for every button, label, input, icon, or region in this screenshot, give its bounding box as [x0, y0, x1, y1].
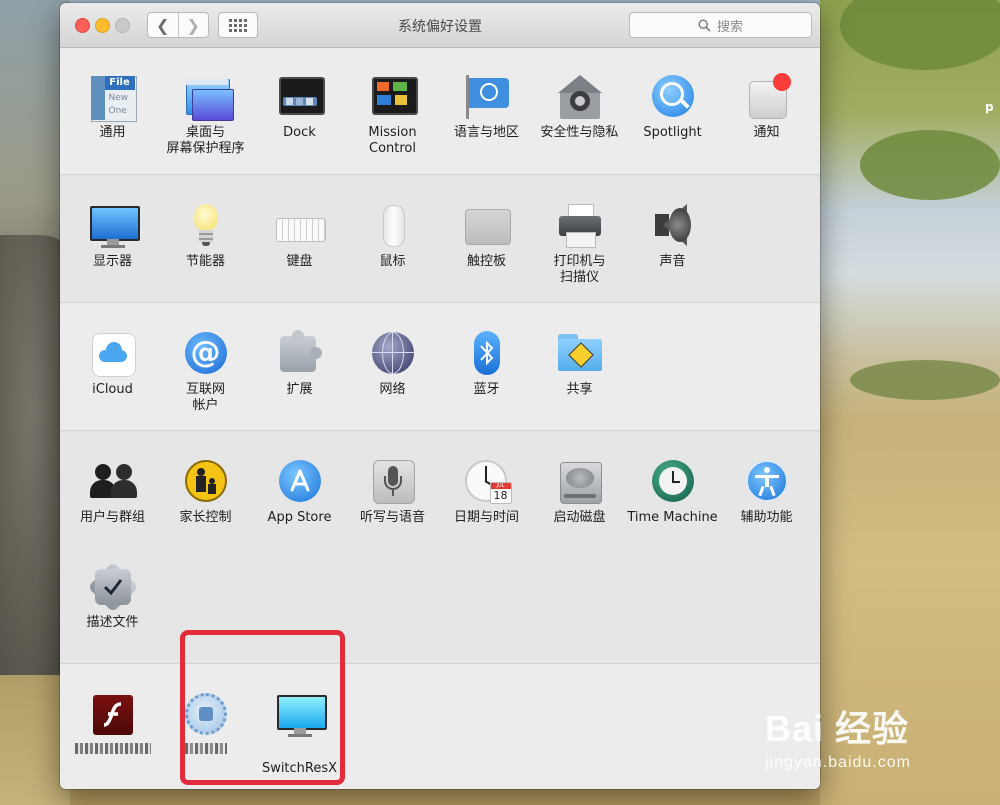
notifications-icon: [743, 73, 791, 121]
app-store-icon: [276, 458, 324, 506]
search-input[interactable]: 搜索: [629, 12, 812, 38]
pane-spotlight[interactable]: Spotlight: [626, 73, 719, 141]
pane-parental-controls[interactable]: 家长控制: [159, 458, 252, 526]
watermark-url: jingyan.baidu.com: [765, 754, 911, 771]
profiles-badge-icon: [87, 561, 138, 613]
sharing-folder-icon: [556, 330, 604, 378]
globe-icon: [369, 330, 417, 378]
trackpad-icon: [463, 202, 511, 250]
pane-mission-control[interactable]: Mission Control: [346, 73, 439, 157]
pane-dock[interactable]: Dock: [253, 73, 346, 141]
icloud-icon: [89, 330, 137, 378]
hardware-section: 显示器 节能器 键盘 鼠标 触控板 打印机与 扫描仪 声音: [60, 175, 820, 303]
time-machine-icon: [649, 458, 697, 506]
pane-sharing[interactable]: 共享: [533, 330, 626, 398]
pane-app-store[interactable]: App Store: [253, 458, 346, 526]
pane-sound[interactable]: 声音: [626, 202, 719, 270]
general-icon: File New One: [89, 73, 137, 122]
pane-accessibility[interactable]: 辅助功能: [720, 458, 813, 526]
dock-icon: [276, 73, 325, 121]
pane-date-time[interactable]: JUL 18 日期与时间: [440, 458, 533, 526]
puzzle-piece-icon: [276, 330, 324, 378]
pane-notifications[interactable]: 通知: [720, 73, 813, 141]
pane-extensions[interactable]: 扩展: [253, 330, 346, 398]
pane-trackpad[interactable]: 触控板: [440, 202, 533, 270]
pane-dictation-speech[interactable]: 听写与语音: [346, 458, 439, 526]
pane-users-groups[interactable]: 用户与群组: [66, 458, 159, 526]
pane-time-machine[interactable]: Time Machine: [626, 458, 719, 526]
at-sign-icon: @: [182, 330, 230, 378]
spotlight-icon: [649, 73, 697, 121]
personal-section: File New One 通用 桌面与 屏幕保护程序 Dock Mission …: [60, 48, 820, 175]
microphone-icon: [369, 458, 417, 506]
flash-player-icon: [89, 691, 137, 739]
bluetooth-icon: [463, 330, 511, 378]
internet-section: iCloud @ 互联网 帐户 扩展 网络 蓝牙 共享: [60, 303, 820, 431]
pane-energy-saver[interactable]: 节能器: [159, 202, 252, 270]
mouse-icon: [369, 202, 417, 250]
pane-bluetooth[interactable]: 蓝牙: [440, 330, 533, 398]
pane-language-region[interactable]: 语言与地区: [440, 73, 533, 141]
search-placeholder: 搜索: [716, 19, 743, 35]
baidu-watermark: Bai 经验 jingyan.baidu.com: [765, 700, 911, 772]
pane-displays[interactable]: 显示器: [66, 202, 159, 270]
hard-drive-icon: [556, 458, 604, 506]
other-section: SwitchResX: [60, 664, 820, 789]
pane-startup-disk[interactable]: 启动磁盘: [533, 458, 626, 526]
pane-desktop-screensaver[interactable]: 桌面与 屏幕保护程序: [159, 73, 252, 157]
pane-security-privacy[interactable]: 安全性与隐私: [533, 73, 626, 141]
pane-general[interactable]: File New One 通用: [66, 73, 159, 141]
lightbulb-icon: [182, 202, 230, 250]
pane-printers-scanners[interactable]: 打印机与 扫描仪: [533, 202, 626, 286]
house-lock-icon: [556, 73, 604, 121]
pane-icloud[interactable]: iCloud: [66, 330, 159, 398]
search-icon: [698, 18, 711, 32]
desktop-screensaver-icon: [182, 73, 234, 121]
un-flag-icon: [463, 73, 511, 121]
system-preferences-window: ❮ ❯ 系统偏好设置 搜索 File New One 通用 桌面与 屏幕保护程序…: [60, 3, 820, 789]
speaker-icon: [649, 202, 697, 250]
titlebar: ❮ ❯ 系统偏好设置 搜索: [60, 3, 820, 48]
system-section: 用户与群组 家长控制 App Store 听写与语音 JUL 18 日期与时间 …: [60, 431, 820, 664]
desktop-icon-fragment: p: [985, 100, 994, 114]
parental-controls-icon: [182, 458, 230, 506]
printer-icon: [556, 202, 604, 250]
accessibility-icon: [743, 458, 791, 506]
users-icon: [89, 458, 137, 506]
pane-keyboard[interactable]: 键盘: [253, 202, 346, 270]
pane-internet-accounts[interactable]: @ 互联网 帐户: [159, 330, 252, 414]
clock-calendar-icon: JUL 18: [463, 458, 512, 506]
pane-mouse[interactable]: 鼠标: [346, 202, 439, 270]
display-icon: [89, 202, 140, 250]
watermark-logo: Bai 经验: [765, 708, 910, 749]
pane-network[interactable]: 网络: [346, 330, 439, 398]
mission-control-icon: [369, 73, 418, 121]
keyboard-icon: [275, 202, 326, 250]
pane-flash-player[interactable]: [66, 691, 159, 754]
highlight-box: [180, 630, 345, 785]
desktop-wallpaper-right: [820, 0, 1000, 805]
pane-profiles[interactable]: 描述文件: [66, 561, 159, 631]
